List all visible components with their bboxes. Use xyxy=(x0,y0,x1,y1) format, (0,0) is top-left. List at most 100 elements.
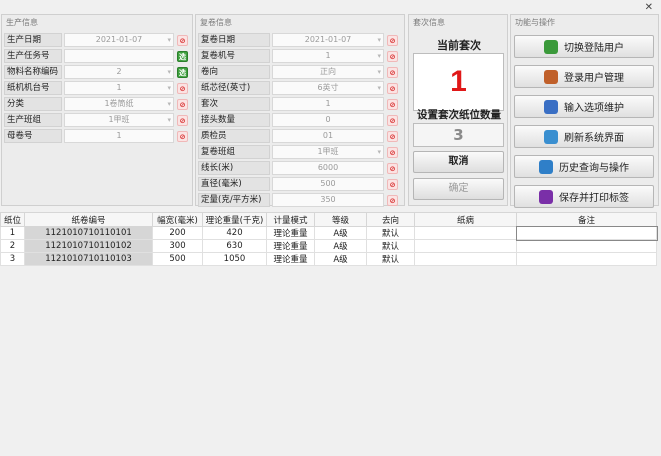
clear-icon[interactable]: ⊘ xyxy=(387,130,398,142)
function-button[interactable]: 切换登陆用户 xyxy=(514,35,654,58)
table-cell[interactable]: A级 xyxy=(314,252,367,266)
function-button[interactable]: 登录用户管理 xyxy=(514,65,654,88)
table-cell[interactable] xyxy=(516,252,657,266)
clear-icon[interactable]: ⊘ xyxy=(387,146,398,158)
clear-icon[interactable]: ⊘ xyxy=(177,34,188,46)
table-cell[interactable]: 理论重量 xyxy=(266,239,315,253)
prod-field-value[interactable]: 1 ▾ xyxy=(64,81,174,95)
confirm-button[interactable]: 确定 xyxy=(413,178,504,200)
clear-icon[interactable]: ⊘ xyxy=(387,162,398,174)
chevron-down-icon[interactable]: ▾ xyxy=(167,66,171,78)
function-button[interactable]: 输入选项维护 xyxy=(514,95,654,118)
prod-field-text: 1卷筒纸 xyxy=(104,99,134,108)
table-cell[interactable]: A级 xyxy=(314,239,367,253)
rewind-field-value[interactable]: 1 xyxy=(272,97,384,111)
rewind-field-value[interactable]: 350 xyxy=(272,193,384,207)
table-cell[interactable]: 理论重量 xyxy=(266,252,315,266)
chevron-down-icon[interactable]: ▾ xyxy=(377,50,381,62)
rewind-field-value[interactable]: 500 xyxy=(272,177,384,191)
table-cell[interactable] xyxy=(414,252,517,266)
table-row[interactable]: 1 1121010710110101 200 420 理论重量 A级 默认 xyxy=(0,225,658,241)
clear-icon[interactable]: ⊘ xyxy=(387,178,398,190)
table-cell[interactable]: 1121010710110101 xyxy=(24,226,153,240)
rewind-field-value[interactable]: 6000 xyxy=(272,161,384,175)
column-header[interactable]: 去向 xyxy=(366,212,415,227)
chevron-down-icon[interactable]: ▾ xyxy=(167,82,171,94)
clear-icon[interactable]: ⊘ xyxy=(387,50,398,62)
table-cell[interactable]: 630 xyxy=(202,239,267,253)
clear-icon[interactable]: ⊘ xyxy=(177,114,188,126)
clear-icon[interactable]: ⊘ xyxy=(387,82,398,94)
clear-icon[interactable]: ⊘ xyxy=(387,66,398,78)
prod-field-value[interactable]: 1 xyxy=(64,129,174,143)
chevron-down-icon[interactable]: ▾ xyxy=(167,34,171,46)
set-count-input[interactable]: 3 xyxy=(413,123,504,147)
function-button[interactable]: 刷新系统界面 xyxy=(514,125,654,148)
table-cell[interactable]: 默认 xyxy=(366,226,415,240)
rewind-field-text: 6000 xyxy=(317,163,339,172)
chevron-down-icon[interactable]: ▾ xyxy=(377,82,381,94)
chevron-down-icon[interactable]: ▾ xyxy=(167,114,171,126)
table-cell[interactable]: A级 xyxy=(314,226,367,240)
prod-field-value[interactable]: 2021-01-07 ▾ xyxy=(64,33,174,47)
rewind-field-value[interactable]: 正向 ▾ xyxy=(272,65,384,79)
column-header[interactable]: 备注 xyxy=(516,212,657,227)
column-header[interactable]: 幅宽(毫米) xyxy=(152,212,203,227)
rewind-field-value[interactable]: 1 ▾ xyxy=(272,49,384,63)
clear-icon[interactable]: ⊘ xyxy=(387,194,398,206)
function-button[interactable]: 保存并打印标签 xyxy=(514,185,654,208)
column-header[interactable]: 等级 xyxy=(314,212,367,227)
table-cell[interactable]: 默认 xyxy=(366,239,415,253)
table-cell[interactable]: 1121010710110102 xyxy=(24,239,153,253)
table-cell[interactable]: 1121010710110103 xyxy=(24,252,153,266)
function-button[interactable]: 历史查询与操作 xyxy=(514,155,654,178)
table-cell[interactable]: 理论重量 xyxy=(266,226,315,240)
column-header[interactable]: 纸卷编号 xyxy=(24,212,153,227)
table-row[interactable]: 2 1121010710110102 300 630 理论重量 A级 默认 xyxy=(0,239,657,253)
clear-icon[interactable]: ⊘ xyxy=(387,34,398,46)
table-cell[interactable]: 200 xyxy=(152,226,203,240)
column-header[interactable]: 纸病 xyxy=(414,212,517,227)
table-cell[interactable]: 1 xyxy=(0,226,25,240)
table-cell[interactable]: 默认 xyxy=(366,252,415,266)
clear-icon[interactable]: ⊘ xyxy=(177,130,188,142)
table-cell[interactable] xyxy=(515,225,658,241)
rewind-field-value[interactable]: 0 xyxy=(272,113,384,127)
rewind-field-value[interactable]: 01 xyxy=(272,129,384,143)
cancel-button[interactable]: 取消 xyxy=(413,151,504,173)
table-cell[interactable] xyxy=(414,226,517,240)
rewind-field-value[interactable]: 2021-01-07 ▾ xyxy=(272,33,384,47)
prod-field-value[interactable] xyxy=(64,49,174,63)
set-info-panel: 套次信息 当前套次 1 设置套次纸位数量 3 取消 确定 xyxy=(408,14,508,206)
chevron-down-icon[interactable]: ▾ xyxy=(377,146,381,158)
table-cell[interactable]: 3 xyxy=(0,252,25,266)
table-cell[interactable]: 420 xyxy=(202,226,267,240)
prod-field-value[interactable]: 2 ▾ xyxy=(64,65,174,79)
rewind-field-value[interactable]: 1甲班 ▾ xyxy=(272,145,384,159)
close-icon[interactable]: ✕ xyxy=(645,2,653,13)
table-cell[interactable]: 300 xyxy=(152,239,203,253)
prod-row: 生产日期 2021-01-07 ▾ ⊘ xyxy=(4,33,188,47)
prod-field-value[interactable]: 1甲班 ▾ xyxy=(64,113,174,127)
clear-icon[interactable]: ⊘ xyxy=(387,114,398,126)
chevron-down-icon[interactable]: ▾ xyxy=(377,66,381,78)
prod-field-value[interactable]: 1卷筒纸 ▾ xyxy=(64,97,174,111)
clear-icon[interactable]: ⊘ xyxy=(177,98,188,110)
chevron-down-icon[interactable]: ▾ xyxy=(377,34,381,46)
select-icon[interactable]: 选 xyxy=(177,50,188,62)
column-header[interactable]: 纸位 xyxy=(0,212,25,227)
table-cell[interactable]: 1050 xyxy=(202,252,267,266)
column-header[interactable]: 计量模式 xyxy=(266,212,315,227)
table-cell[interactable] xyxy=(414,239,517,253)
select-icon[interactable]: 选 xyxy=(177,66,188,78)
table-row[interactable]: 3 1121010710110103 500 1050 理论重量 A级 默认 xyxy=(0,252,657,266)
table-cell[interactable]: 500 xyxy=(152,252,203,266)
column-header[interactable]: 理论重量(千克) xyxy=(202,212,267,227)
rewind-field-value[interactable]: 6英寸 ▾ xyxy=(272,81,384,95)
table-cell[interactable]: 2 xyxy=(0,239,25,253)
clear-icon[interactable]: ⊘ xyxy=(387,98,398,110)
clear-icon[interactable]: ⊘ xyxy=(177,82,188,94)
table-cell[interactable] xyxy=(516,239,657,253)
production-info-panel: 生产信息 生产日期 2021-01-07 ▾ ⊘ 生产任务号选物料名称编码 2 ▾ 选纸机机台… xyxy=(1,14,193,206)
chevron-down-icon[interactable]: ▾ xyxy=(167,98,171,110)
